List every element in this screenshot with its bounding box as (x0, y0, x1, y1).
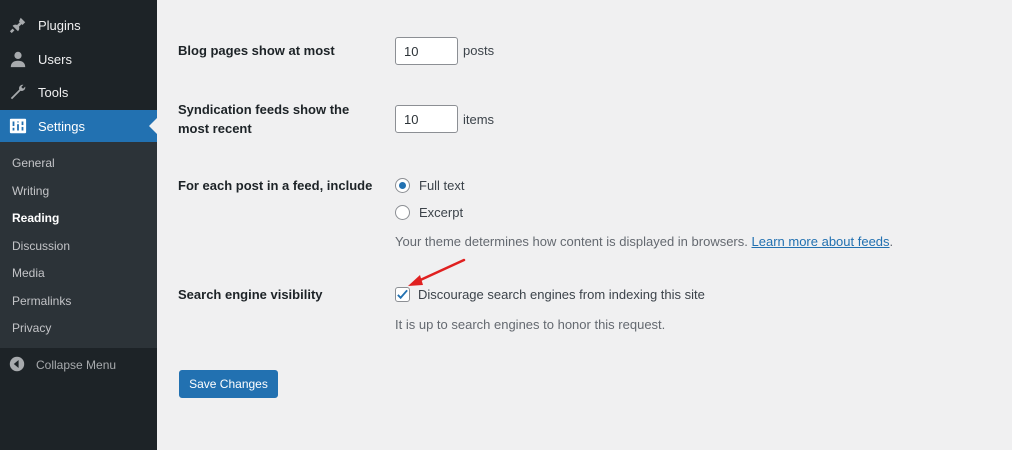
save-changes-button[interactable]: Save Changes (179, 370, 278, 398)
collapse-menu-button[interactable]: Collapse Menu (0, 350, 157, 380)
blog-pages-suffix: posts (463, 43, 495, 58)
syndication-label-line2: most recent (178, 121, 252, 136)
sidebar-item-settings[interactable]: Settings (0, 110, 157, 142)
syndication-input[interactable] (395, 105, 458, 133)
submenu-item-general[interactable]: General (12, 156, 55, 170)
submenu-item-media[interactable]: Media (12, 266, 45, 280)
blog-pages-input[interactable] (395, 37, 458, 65)
sidebar-item-label: Settings (38, 118, 85, 134)
annotation-arrow-icon (408, 258, 466, 286)
submenu-item-permalinks[interactable]: Permalinks (12, 294, 71, 308)
collapse-menu-label: Collapse Menu (36, 358, 117, 372)
collapse-arrow-icon (9, 356, 27, 374)
feed-description-text: Your theme determines how content is dis… (395, 234, 748, 249)
learn-more-feeds-link[interactable]: Learn more about feeds (752, 234, 890, 249)
full-text-option[interactable]: Full text (395, 178, 465, 193)
sidebar-item-label: Users (38, 51, 72, 67)
sidebar-item-label: Tools (38, 84, 69, 100)
feed-include-label: For each post in a feed, include (178, 178, 373, 193)
sidebar-item-label: Plugins (38, 17, 81, 33)
submenu-item-writing[interactable]: Writing (12, 184, 49, 198)
submenu-item-discussion[interactable]: Discussion (12, 239, 70, 253)
full-text-label: Full text (419, 178, 465, 193)
submenu-item-privacy[interactable]: Privacy (12, 321, 51, 335)
syndication-label-line1: Syndication feeds show the (178, 102, 350, 117)
reading-settings-panel: Blog pages show at most posts Syndicatio… (157, 0, 1012, 450)
sidebar-item-users[interactable]: Users (0, 43, 157, 75)
blog-pages-label: Blog pages show at most (178, 43, 335, 58)
sidebar-item-tools[interactable]: Tools (0, 76, 157, 108)
settings-submenu: General Writing Reading Discussion Media… (0, 142, 157, 348)
users-icon (8, 49, 28, 69)
search-visibility-label: Search engine visibility (178, 287, 323, 302)
excerpt-label: Excerpt (419, 205, 464, 220)
submenu-item-reading[interactable]: Reading (12, 211, 59, 225)
excerpt-radio[interactable] (395, 205, 410, 220)
admin-frame: Plugins Users Tools Settings General Wri… (0, 0, 1024, 454)
search-visibility-description: It is up to search engines to honor this… (395, 317, 666, 332)
settings-icon (8, 116, 28, 136)
admin-sidebar: Plugins Users Tools Settings General Wri… (0, 0, 157, 450)
excerpt-option[interactable]: Excerpt (395, 205, 463, 220)
sidebar-item-plugins[interactable]: Plugins (0, 9, 157, 41)
full-text-radio[interactable] (395, 178, 410, 193)
plugin-icon (8, 15, 28, 35)
feed-description: Your theme determines how content is dis… (395, 234, 893, 249)
tools-icon (8, 82, 28, 102)
syndication-suffix: items (463, 112, 495, 127)
feed-description-period: . (889, 234, 894, 249)
